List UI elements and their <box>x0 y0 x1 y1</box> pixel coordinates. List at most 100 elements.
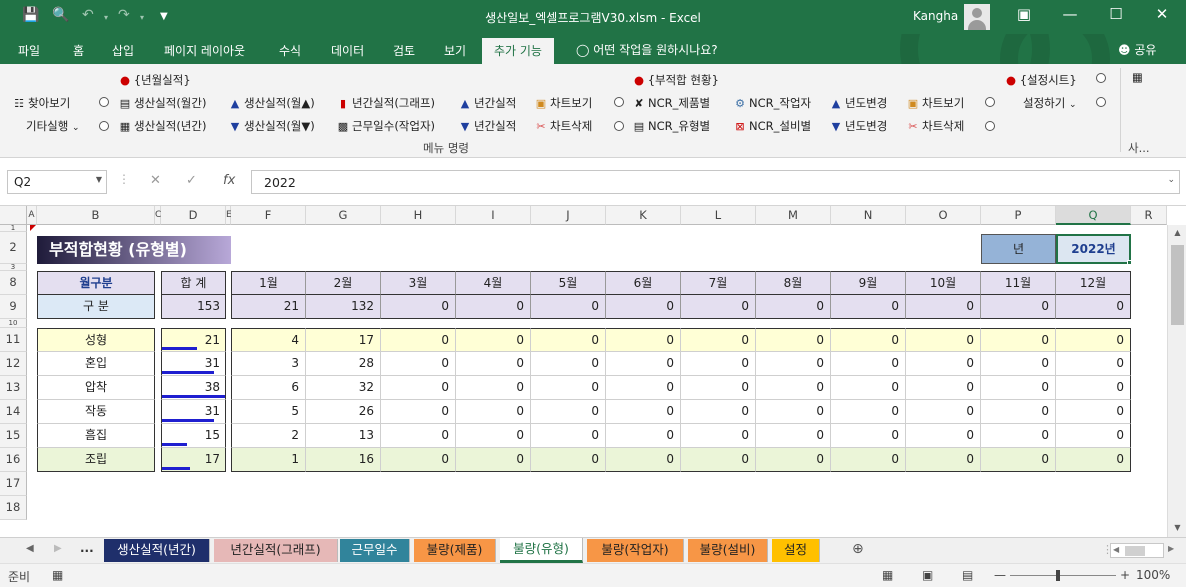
zoom-in-icon[interactable]: + <box>1120 568 1130 582</box>
comment-indicator[interactable] <box>30 225 36 231</box>
row-header-11[interactable]: 11 <box>0 328 27 352</box>
add-sheet-icon[interactable]: ⊕ <box>852 541 864 557</box>
ncr-equipment-button[interactable]: ⊠ NCR_설비별 <box>733 118 811 134</box>
work-days-button[interactable]: ▩ 근무일수(작업자) <box>336 118 435 134</box>
row-header-16[interactable]: 16 <box>0 448 27 472</box>
maximize-icon[interactable]: ☐ <box>1101 5 1131 23</box>
ncr-product-button[interactable]: ✘ NCR_제품별 <box>632 95 710 111</box>
fill-handle[interactable] <box>1127 260 1132 265</box>
avatar[interactable] <box>964 4 990 30</box>
tab-add-ins[interactable]: 추가 기능 <box>482 38 554 64</box>
settings-menu[interactable]: 설정하기 ⌄ <box>1023 95 1077 111</box>
column-header-a[interactable]: A <box>27 206 37 225</box>
column-header-n[interactable]: N <box>831 206 906 225</box>
column-header-h[interactable]: H <box>381 206 456 225</box>
row-header-8[interactable]: 8 <box>0 271 27 295</box>
row-header-18[interactable]: 18 <box>0 496 27 520</box>
radio-option[interactable] <box>1096 97 1106 107</box>
row-header-3[interactable]: 3 <box>0 264 27 271</box>
scroll-thumb[interactable] <box>1125 546 1145 556</box>
year-graph-button[interactable]: ▮ 년간실적(그래프) <box>336 95 435 111</box>
column-header-o[interactable]: O <box>906 206 981 225</box>
tab-page-layout[interactable]: 페이지 레이아웃 <box>164 42 245 59</box>
column-header-l[interactable]: L <box>681 206 756 225</box>
scroll-up-icon[interactable]: ▲ <box>1168 228 1186 237</box>
row-header-15[interactable]: 15 <box>0 424 27 448</box>
prod-month-down-button[interactable]: ▼ 생산실적(월▼) <box>228 118 315 134</box>
row-header-1[interactable]: 1 <box>0 225 27 232</box>
column-header-q[interactable]: Q <box>1056 206 1131 225</box>
column-header-b[interactable]: B <box>37 206 155 225</box>
column-header-m[interactable]: M <box>756 206 831 225</box>
row-header-9[interactable]: 9 <box>0 295 27 319</box>
tab-review[interactable]: 검토 <box>393 42 415 59</box>
radio-option[interactable] <box>99 121 109 131</box>
radio-option[interactable] <box>614 97 624 107</box>
cancel-icon[interactable]: ✕ <box>150 173 161 188</box>
prod-month-up-button[interactable]: ▲ 생산실적(월▲) <box>228 95 315 111</box>
vertical-scrollbar[interactable]: ▲ ▼ <box>1167 225 1186 537</box>
tab-data[interactable]: 데이터 <box>331 42 364 59</box>
row-header-12[interactable]: 12 <box>0 352 27 376</box>
tab-view[interactable]: 보기 <box>444 42 466 59</box>
sheet-tab[interactable]: 설정 <box>772 539 820 562</box>
page-break-view-icon[interactable]: ▤ <box>962 568 973 582</box>
chart-delete-button-2[interactable]: ✂ 차트삭제 <box>906 118 964 134</box>
sheet-tab[interactable]: 생산실적(년간) <box>104 539 210 562</box>
ncr-type-button[interactable]: ▤ NCR_유형별 <box>632 118 710 134</box>
radio-option[interactable] <box>1096 73 1106 83</box>
tab-home[interactable]: 홈 <box>73 42 84 59</box>
normal-view-icon[interactable]: ▦ <box>882 568 893 582</box>
name-box[interactable]: Q2 ▼ <box>7 170 107 194</box>
year-up-button[interactable]: ▲ 년간실적 <box>458 95 517 111</box>
scroll-down-icon[interactable]: ▼ <box>1168 523 1186 532</box>
horizontal-scrollbar[interactable]: ◀ <box>1110 543 1164 558</box>
row-header-10[interactable]: 10 <box>0 319 27 328</box>
worksheet-grid[interactable]: ABCDEFGHIJKLMNOPQR 1 2 3 8 9 10 11 12 13 14 15 16 17… <box>0 206 1186 537</box>
sheet-tab[interactable]: 년간실적(그래프) <box>214 539 338 562</box>
minimize-icon[interactable]: — <box>1055 5 1085 23</box>
sheet-grid-icon[interactable]: ▦ <box>1132 70 1143 84</box>
sheet-next-icon[interactable]: ▶ <box>54 543 62 554</box>
column-header-k[interactable]: K <box>606 206 681 225</box>
chart-view-button-2[interactable]: ▣ 차트보기 <box>906 95 965 111</box>
row-header-13[interactable]: 13 <box>0 376 27 400</box>
find-button[interactable]: ☷ 찾아보기 <box>12 95 70 111</box>
tell-me-search[interactable]: ◯ 어떤 작업을 원하시나요? <box>576 41 718 58</box>
year-change-up-button[interactable]: ▲ 년도변경 <box>829 95 888 111</box>
close-icon[interactable]: ✕ <box>1147 5 1177 23</box>
column-header-d[interactable]: D <box>161 206 226 225</box>
prod-monthly-button[interactable]: ▤ 생산실적(월간) <box>118 95 207 111</box>
zoom-out-icon[interactable]: — <box>994 568 1006 582</box>
scroll-right-icon[interactable]: ▶ <box>1168 544 1174 553</box>
chart-view-button-1[interactable]: ▣ 차트보기 <box>534 95 593 111</box>
chevron-down-icon[interactable]: ▼ <box>96 175 102 184</box>
column-header-r[interactable]: R <box>1131 206 1167 225</box>
sheet-tab[interactable]: 근무일수 <box>340 539 410 562</box>
sheet-tab[interactable]: 불량(설비) <box>688 539 768 562</box>
sheet-tab[interactable]: 불량(제품) <box>414 539 496 562</box>
ncr-worker-button[interactable]: ⚙ NCR_작업자 <box>733 95 811 111</box>
prod-yearly-button[interactable]: ▦ 생산실적(년간) <box>118 118 207 134</box>
insert-function-icon[interactable]: fx <box>223 173 235 188</box>
select-all-corner[interactable] <box>0 206 27 225</box>
row-header-17[interactable]: 17 <box>0 472 27 496</box>
tab-file[interactable]: 파일 <box>18 42 40 59</box>
year-change-down-button[interactable]: ▼ 년도변경 <box>829 118 888 134</box>
radio-option[interactable] <box>99 97 109 107</box>
enter-icon[interactable]: ✓ <box>186 173 197 188</box>
column-header-j[interactable]: J <box>531 206 606 225</box>
column-header-f[interactable]: F <box>231 206 306 225</box>
scroll-thumb[interactable] <box>1171 245 1184 325</box>
page-layout-view-icon[interactable]: ▣ <box>922 568 933 582</box>
zoom-slider-thumb[interactable] <box>1056 570 1060 581</box>
run-other-menu[interactable]: 기타실행 ⌄ <box>26 118 80 134</box>
ribbon-display-icon[interactable]: ▣ <box>1009 5 1039 23</box>
row-header-2[interactable]: 2 <box>0 232 27 264</box>
share-button[interactable]: ☻ 공유 <box>1118 41 1156 58</box>
radio-option[interactable] <box>985 97 995 107</box>
column-header-p[interactable]: P <box>981 206 1056 225</box>
tab-insert[interactable]: 삽입 <box>112 42 134 59</box>
sheet-tab[interactable]: 불량(작업자) <box>587 539 684 562</box>
column-header-g[interactable]: G <box>306 206 381 225</box>
